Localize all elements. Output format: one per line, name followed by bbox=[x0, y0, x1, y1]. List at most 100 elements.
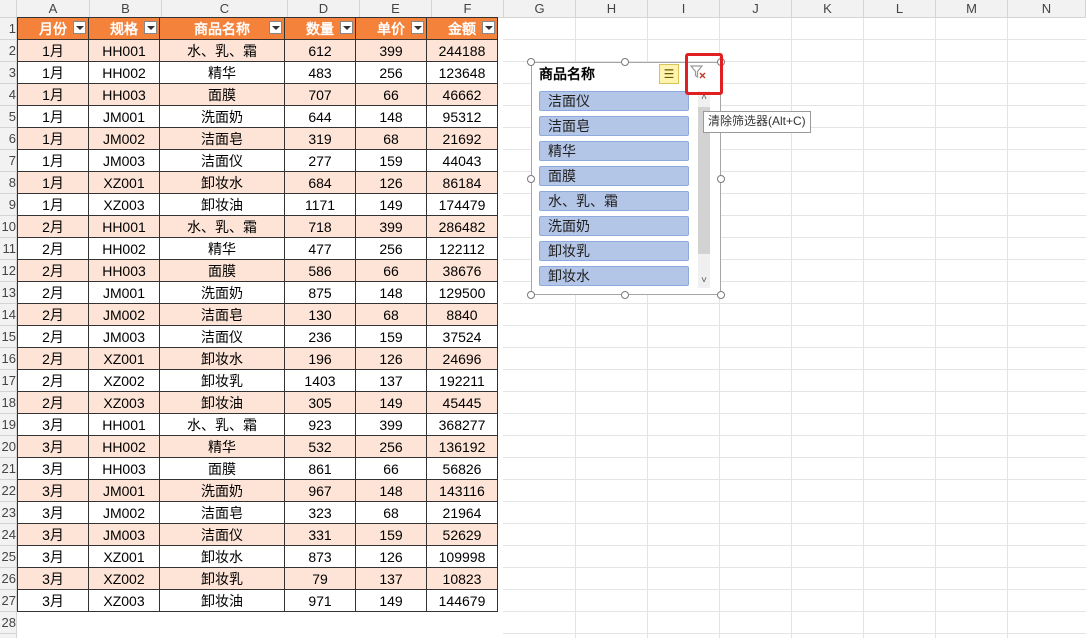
cell-spec[interactable]: XZ003 bbox=[88, 391, 160, 414]
cell-quantity[interactable]: 1171 bbox=[284, 193, 356, 216]
cell-month[interactable]: 2月 bbox=[17, 369, 89, 392]
cell-unit-price[interactable]: 149 bbox=[355, 193, 427, 216]
row-header[interactable]: 17 bbox=[0, 370, 16, 392]
cell-quantity[interactable]: 967 bbox=[284, 479, 356, 502]
cell-unit-price[interactable]: 256 bbox=[355, 61, 427, 84]
cell-month[interactable]: 3月 bbox=[17, 479, 89, 502]
cell-product-name[interactable]: 卸妆乳 bbox=[159, 369, 285, 392]
slicer-item[interactable]: 卸妆乳 bbox=[539, 241, 689, 261]
cell-unit-price[interactable]: 126 bbox=[355, 347, 427, 370]
row-header[interactable]: 10 bbox=[0, 216, 16, 238]
cell-product-name[interactable]: 精华 bbox=[159, 435, 285, 458]
slicer-item[interactable]: 洗面奶 bbox=[539, 216, 689, 236]
cell-product-name[interactable]: 面膜 bbox=[159, 457, 285, 480]
cell-quantity[interactable]: 612 bbox=[284, 39, 356, 62]
column-header-c[interactable]: C bbox=[162, 0, 288, 17]
cell-product-name[interactable]: 卸妆油 bbox=[159, 391, 285, 414]
cell-unit-price[interactable]: 148 bbox=[355, 281, 427, 304]
cell-spec[interactable]: HH003 bbox=[88, 259, 160, 282]
cell-product-name[interactable]: 水、乳、霜 bbox=[159, 413, 285, 436]
cell-amount[interactable]: 46662 bbox=[426, 83, 498, 106]
cell-spec[interactable]: XZ001 bbox=[88, 171, 160, 194]
cell-quantity[interactable]: 873 bbox=[284, 545, 356, 568]
cell-amount[interactable]: 122112 bbox=[426, 237, 498, 260]
column-header-a[interactable]: A bbox=[17, 0, 90, 17]
cell-amount[interactable]: 8840 bbox=[426, 303, 498, 326]
cell-unit-price[interactable]: 149 bbox=[355, 391, 427, 414]
cell-amount[interactable]: 56826 bbox=[426, 457, 498, 480]
cell-product-name[interactable]: 水、乳、霜 bbox=[159, 215, 285, 238]
cell-spec[interactable]: HH002 bbox=[88, 435, 160, 458]
row-header[interactable]: 1 bbox=[0, 18, 16, 40]
cell-product-name[interactable]: 洁面仪 bbox=[159, 523, 285, 546]
column-header-b[interactable]: B bbox=[90, 0, 162, 17]
cell-spec[interactable]: JM001 bbox=[88, 281, 160, 304]
cell-month[interactable]: 1月 bbox=[17, 83, 89, 106]
cell-spec[interactable]: JM003 bbox=[88, 523, 160, 546]
cell-spec[interactable]: HH001 bbox=[88, 39, 160, 62]
cell-month[interactable]: 2月 bbox=[17, 347, 89, 370]
cell-amount[interactable]: 123648 bbox=[426, 61, 498, 84]
cell-spec[interactable]: XZ003 bbox=[88, 589, 160, 612]
cell-month[interactable]: 3月 bbox=[17, 501, 89, 524]
cell-amount[interactable]: 52629 bbox=[426, 523, 498, 546]
cell-quantity[interactable]: 79 bbox=[284, 567, 356, 590]
cell-product-name[interactable]: 水、乳、霜 bbox=[159, 39, 285, 62]
cell-spec[interactable]: HH003 bbox=[88, 83, 160, 106]
cell-amount[interactable]: 95312 bbox=[426, 105, 498, 128]
resize-handle[interactable] bbox=[717, 291, 725, 299]
cell-amount[interactable]: 192211 bbox=[426, 369, 498, 392]
cell-product-name[interactable]: 洁面皂 bbox=[159, 303, 285, 326]
cell-amount[interactable]: 37524 bbox=[426, 325, 498, 348]
cell-product-name[interactable]: 洁面仪 bbox=[159, 149, 285, 172]
slicer-item[interactable]: 精华 bbox=[539, 141, 689, 161]
row-header[interactable]: 4 bbox=[0, 84, 16, 106]
cell-unit-price[interactable]: 66 bbox=[355, 457, 427, 480]
filter-dropdown-icon[interactable] bbox=[73, 21, 86, 34]
cell-product-name[interactable]: 卸妆水 bbox=[159, 171, 285, 194]
cell-month[interactable]: 2月 bbox=[17, 303, 89, 326]
cell-product-name[interactable]: 面膜 bbox=[159, 83, 285, 106]
cell-unit-price[interactable]: 66 bbox=[355, 83, 427, 106]
cell-unit-price[interactable]: 126 bbox=[355, 171, 427, 194]
cell-month[interactable]: 3月 bbox=[17, 523, 89, 546]
column-header-k[interactable]: K bbox=[792, 0, 864, 17]
cell-amount[interactable]: 10823 bbox=[426, 567, 498, 590]
cell-unit-price[interactable]: 159 bbox=[355, 523, 427, 546]
cell-spec[interactable]: HH002 bbox=[88, 237, 160, 260]
cell-quantity[interactable]: 684 bbox=[284, 171, 356, 194]
cell-spec[interactable]: JM001 bbox=[88, 105, 160, 128]
cell-month[interactable]: 2月 bbox=[17, 391, 89, 414]
cell-quantity[interactable]: 477 bbox=[284, 237, 356, 260]
slicer-item[interactable]: 洁面皂 bbox=[539, 116, 689, 136]
cell-month[interactable]: 3月 bbox=[17, 435, 89, 458]
row-header[interactable]: 12 bbox=[0, 260, 16, 282]
row-header[interactable]: 2 bbox=[0, 40, 16, 62]
cell-month[interactable]: 2月 bbox=[17, 237, 89, 260]
cell-quantity[interactable]: 861 bbox=[284, 457, 356, 480]
cell-month[interactable]: 3月 bbox=[17, 589, 89, 612]
column-header-j[interactable]: J bbox=[720, 0, 792, 17]
cell-amount[interactable]: 21692 bbox=[426, 127, 498, 150]
cell-unit-price[interactable]: 399 bbox=[355, 215, 427, 238]
column-header-n[interactable]: N bbox=[1008, 0, 1086, 17]
cell-product-name[interactable]: 洁面仪 bbox=[159, 325, 285, 348]
cell-product-name[interactable]: 洗面奶 bbox=[159, 479, 285, 502]
row-header[interactable]: 21 bbox=[0, 458, 16, 480]
row-header[interactable]: 6 bbox=[0, 128, 16, 150]
cell-unit-price[interactable]: 399 bbox=[355, 39, 427, 62]
cell-unit-price[interactable]: 148 bbox=[355, 479, 427, 502]
cell-unit-price[interactable]: 68 bbox=[355, 303, 427, 326]
cell-unit-price[interactable]: 256 bbox=[355, 237, 427, 260]
row-header[interactable]: 28 bbox=[0, 612, 16, 634]
cell-spec[interactable]: HH003 bbox=[88, 457, 160, 480]
cell-month[interactable]: 3月 bbox=[17, 545, 89, 568]
cell-unit-price[interactable]: 137 bbox=[355, 567, 427, 590]
cell-month[interactable]: 2月 bbox=[17, 281, 89, 304]
filter-dropdown-icon[interactable] bbox=[482, 21, 495, 34]
cell-month[interactable]: 1月 bbox=[17, 149, 89, 172]
column-header-i[interactable]: I bbox=[648, 0, 720, 17]
row-header[interactable]: 25 bbox=[0, 546, 16, 568]
column-header-h[interactable]: H bbox=[576, 0, 648, 17]
cell-amount[interactable]: 136192 bbox=[426, 435, 498, 458]
